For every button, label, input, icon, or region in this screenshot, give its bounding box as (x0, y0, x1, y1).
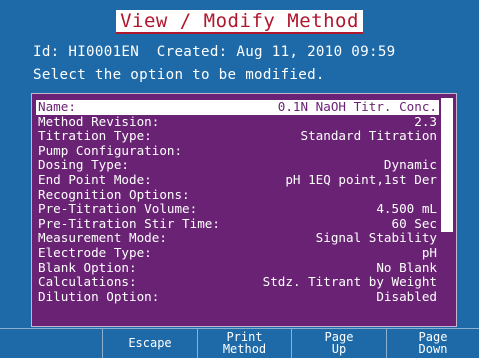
options-list-rows: Name: 0.1N NaOH Titr. Conc. Method Revisio… (36, 99, 439, 305)
softkey-label: Up (331, 341, 347, 356)
option-row[interactable]: Measurement Mode: Signal Stability (36, 231, 439, 246)
option-label: Measurement Mode: (38, 230, 167, 246)
option-label: Dilution Option: (38, 288, 160, 304)
method-screen: View / Modify Method Id: HI0001EN Create… (0, 0, 479, 358)
option-value: Dynamic (383, 157, 437, 173)
option-value: 2.3 (414, 113, 437, 129)
option-label: Electrode Type: (38, 244, 152, 260)
option-value: Stdz. Titrant by Weight (262, 274, 437, 290)
option-label: Pump Configuration: (38, 142, 183, 158)
option-label: Dosing Type: (38, 157, 129, 173)
escape-button[interactable]: Escape (102, 329, 197, 358)
option-row[interactable]: Pump Configuration: (36, 142, 439, 159)
softkey-label: Escape (128, 335, 172, 350)
option-row[interactable]: Recognition Options: (36, 186, 439, 203)
page-up-button[interactable]: Page Up (291, 329, 386, 358)
scrollbar-thumb[interactable] (441, 232, 453, 322)
page-down-button[interactable]: Page Down (386, 329, 479, 358)
option-row[interactable]: Dilution Option: Disabled (36, 288, 439, 305)
option-row[interactable]: Blank Option: No Blank (36, 259, 439, 276)
option-value: Standard Titration (300, 128, 437, 144)
softkey-bar: Escape Print Method Page Up Page Down (0, 328, 479, 358)
option-value: Signal Stability (315, 230, 437, 246)
option-value: 60 Sec (391, 215, 438, 231)
scrollbar[interactable] (441, 98, 453, 322)
option-row[interactable]: Calculations: Stdz. Titrant by Weight (36, 275, 439, 290)
option-label: Method Revision: (38, 113, 160, 129)
option-label: Titration Type: (38, 128, 152, 144)
option-value: Disabled (376, 288, 437, 304)
option-label: Pre-Titration Volume: (38, 201, 198, 217)
option-row[interactable]: Pre-Titration Volume: 4.500 mL (36, 202, 439, 217)
method-id-line: Id: HI0001EN Created: Aug 11, 2010 09:59 (33, 44, 396, 60)
option-label: Calculations: (38, 274, 137, 290)
option-value: No Blank (376, 259, 437, 275)
options-list: Name: 0.1N NaOH Titr. Conc. Method Revisio… (31, 93, 457, 327)
option-row[interactable]: Method Revision: 2.3 (36, 113, 439, 130)
option-value: 4.500 mL (376, 201, 437, 217)
option-row[interactable]: Name: 0.1N NaOH Titr. Conc. (36, 99, 439, 115)
option-value: pH 1EQ point,1st Der (285, 171, 437, 187)
softkey-1[interactable] (0, 329, 102, 358)
page-title: View / Modify Method (116, 10, 363, 34)
option-row[interactable]: Electrode Type: pH (36, 244, 439, 261)
option-value: 0.1N NaOH Titr. Conc. (277, 99, 437, 114)
option-label: End Point Mode: (38, 171, 152, 187)
option-label: Blank Option: (38, 259, 137, 275)
option-row[interactable]: Dosing Type: Dynamic (36, 158, 439, 173)
print-method-button[interactable]: Print Method (197, 329, 291, 358)
title-bar: View / Modify Method (0, 10, 479, 34)
option-row[interactable]: Titration Type: Standard Titration (36, 129, 439, 144)
softkey-label: Down (418, 341, 448, 356)
instruction-text: Select the option to be modified. (33, 67, 325, 83)
softkey-label: Method (222, 341, 267, 356)
option-label: Pre-Titration Stir Time: (38, 215, 220, 231)
option-label: Recognition Options: (38, 186, 190, 202)
option-label: Name: (38, 99, 76, 114)
option-row[interactable]: Pre-Titration Stir Time: 60 Sec (36, 215, 439, 232)
option-row[interactable]: End Point Mode: pH 1EQ point,1st Der (36, 171, 439, 188)
option-value: pH (421, 244, 437, 260)
